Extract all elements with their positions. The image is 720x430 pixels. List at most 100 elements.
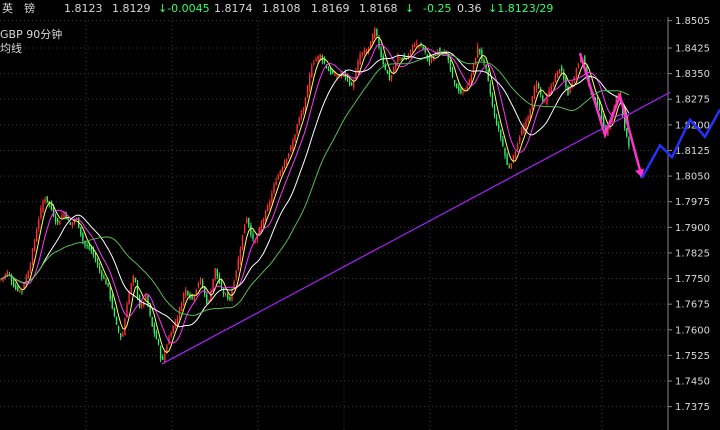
candle-body: [29, 264, 32, 271]
last-price: 1.8123: [64, 2, 103, 15]
candle-body: [405, 59, 407, 61]
candle-body: [527, 116, 529, 122]
candle-body: [290, 146, 292, 151]
candle-body: [498, 124, 500, 129]
candle-body: [466, 86, 468, 89]
candle-body: [151, 317, 153, 327]
candle-body: [351, 82, 353, 86]
candle-body: [359, 54, 361, 65]
candle-body: [109, 286, 111, 299]
ma-fast-line: [0, 36, 630, 354]
candle-body: [124, 318, 126, 336]
candle-body: [294, 134, 296, 142]
candle-body: [239, 249, 242, 262]
candle-body: [397, 56, 399, 63]
candle-body: [317, 55, 319, 61]
candle-body: [388, 71, 391, 81]
candle-body: [222, 290, 225, 295]
candle-body: [187, 290, 189, 296]
candle-body: [363, 50, 365, 54]
candle-body: [416, 43, 418, 45]
candle-body: [264, 211, 267, 221]
candle-body: [487, 69, 489, 81]
time-price: ↓1.8123/29: [488, 2, 554, 15]
candle-body: [250, 225, 252, 236]
candle-body: [101, 271, 103, 278]
candle-body: [195, 289, 197, 295]
candle-body: [495, 116, 498, 125]
candle-body: [277, 174, 279, 180]
candle-body: [531, 96, 533, 110]
candle-body: [103, 276, 105, 279]
y-tick-label: 1.8505: [675, 17, 710, 27]
candle-body: [243, 224, 246, 234]
candle-body: [185, 289, 187, 296]
candle-body: [44, 199, 46, 202]
candle-body: [334, 74, 336, 77]
candle-body: [88, 245, 90, 249]
candle-body: [550, 86, 552, 91]
candle-body: [458, 86, 460, 92]
candle-body: [107, 283, 109, 286]
candle-body: [8, 273, 11, 275]
candle-body: [273, 184, 275, 193]
candle-body: [390, 75, 393, 79]
pct-arrow: ↓: [405, 2, 415, 15]
candle-body: [401, 58, 403, 60]
candle-body: [508, 166, 510, 168]
price-chart: 1.85051.84251.83501.82751.82001.81251.80…: [0, 17, 720, 430]
candle-body: [115, 316, 118, 325]
candle-body: [279, 170, 281, 176]
candle-body: [183, 293, 185, 303]
y-tick-label: 1.7375: [675, 402, 710, 413]
candle-body: [285, 158, 288, 163]
candle-body: [327, 68, 330, 72]
candle-body: [233, 281, 235, 288]
candle-body: [462, 91, 464, 93]
candle-body: [292, 141, 294, 150]
y-tick-label: 1.8350: [675, 69, 710, 80]
candle-body: [357, 61, 359, 72]
candle-body: [353, 81, 355, 88]
candle-body: [500, 130, 502, 139]
candle-body: [86, 245, 88, 247]
candle-body: [558, 69, 561, 74]
pattern-line: [578, 52, 644, 179]
y-tick-label: 1.7450: [675, 377, 710, 388]
y-tick-label: 1.8125: [675, 146, 710, 157]
open-price: 1.8174: [214, 2, 253, 15]
candle-body: [225, 293, 227, 295]
candle-body: [460, 88, 462, 94]
candle-body: [302, 109, 305, 113]
y-tick-label: 1.7675: [675, 300, 710, 311]
candle-body: [626, 128, 628, 137]
candle-body: [493, 107, 496, 116]
candle-body: [197, 283, 200, 287]
candle-body: [246, 219, 248, 224]
candle-body: [380, 48, 382, 57]
candle-body: [157, 339, 160, 345]
candle-body: [504, 148, 506, 156]
candle-body: [313, 62, 315, 64]
y-tick-label: 1.7525: [675, 351, 710, 362]
candle-body: [38, 219, 40, 229]
candle-body: [306, 85, 309, 98]
candle-body: [535, 83, 538, 90]
candle-body: [481, 50, 483, 59]
candle-body: [628, 137, 630, 147]
candle-body: [516, 144, 519, 150]
candle-body: [159, 346, 162, 359]
candle-body: [229, 296, 231, 300]
ma-label: 均线: [0, 42, 22, 55]
candle-body: [283, 162, 286, 168]
candle-body: [552, 82, 554, 85]
candle-body: [67, 218, 69, 221]
candle-body: [172, 325, 174, 333]
candle-body: [113, 308, 116, 316]
candle-body: [474, 57, 477, 66]
candle-body: [262, 218, 265, 225]
candle-body: [19, 289, 21, 291]
candle-body: [71, 222, 74, 226]
candle-body: [155, 331, 158, 340]
candle-body: [90, 247, 92, 251]
